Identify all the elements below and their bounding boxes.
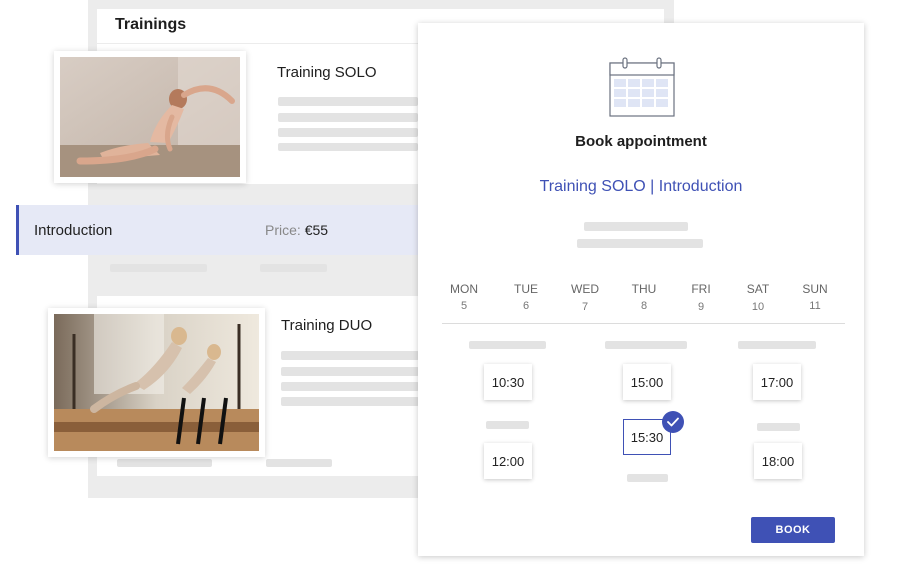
text-placeholder [278, 143, 418, 151]
text-placeholder [281, 367, 419, 376]
text-placeholder [281, 397, 419, 406]
day-name-sat[interactable]: SAT [736, 282, 780, 296]
day-number: 9 [697, 301, 705, 313]
day-name-wed[interactable]: WED [563, 282, 607, 296]
text-placeholder [281, 382, 419, 391]
text-placeholder [486, 421, 529, 429]
day-number: 7 [581, 301, 589, 313]
text-placeholder [266, 459, 332, 467]
day-number: 5 [460, 300, 468, 312]
checkmark-glyph [667, 417, 679, 427]
text-placeholder [260, 264, 327, 272]
training-card-title[interactable]: Training SOLO [277, 64, 377, 81]
time-slot[interactable]: 18:00 [754, 443, 802, 479]
day-number: 11 [809, 300, 821, 312]
booking-heading: Book appointment [575, 133, 707, 150]
day-number: 8 [640, 300, 648, 312]
row-label: Introduction [34, 222, 113, 239]
text-placeholder [278, 97, 418, 106]
book-button[interactable]: BOOK [751, 517, 835, 543]
time-slot[interactable]: 10:30 [484, 364, 532, 400]
text-placeholder [738, 341, 816, 349]
calendar-icon [609, 57, 675, 117]
text-placeholder [117, 459, 212, 467]
text-placeholder [584, 222, 688, 231]
yoga-photo-image [60, 57, 240, 177]
price-info: Price: €55 [265, 222, 328, 238]
day-name-tue[interactable]: TUE [504, 282, 548, 296]
time-slot[interactable]: 17:00 [753, 364, 801, 400]
time-slot[interactable]: 12:00 [484, 443, 532, 479]
day-name-fri[interactable]: FRI [679, 282, 723, 296]
time-slot[interactable]: 15:00 [623, 364, 671, 400]
day-name-sun[interactable]: SUN [793, 282, 837, 296]
check-icon [662, 411, 684, 433]
divider [442, 323, 845, 324]
text-placeholder [605, 341, 687, 349]
text-placeholder [278, 128, 418, 137]
training-photo-solo[interactable] [54, 51, 246, 183]
price-value: €55 [304, 222, 329, 238]
text-placeholder [281, 351, 419, 360]
page-title: Trainings [115, 16, 187, 33]
day-number: 10 [751, 301, 765, 313]
text-placeholder [577, 239, 703, 248]
day-name-mon[interactable]: MON [442, 282, 486, 296]
text-placeholder [757, 423, 800, 431]
pilates-photo-image [54, 314, 259, 451]
training-photo-duo[interactable] [48, 308, 265, 457]
price-label: Price: [265, 222, 301, 238]
training-card-title[interactable]: Training DUO [281, 317, 372, 334]
text-placeholder [627, 474, 668, 482]
booking-subtitle: Training SOLO | Introduction [539, 178, 743, 195]
day-number: 6 [522, 300, 530, 312]
day-name-thu[interactable]: THU [622, 282, 666, 296]
text-placeholder [278, 113, 418, 122]
text-placeholder [110, 264, 207, 272]
text-placeholder [469, 341, 546, 349]
